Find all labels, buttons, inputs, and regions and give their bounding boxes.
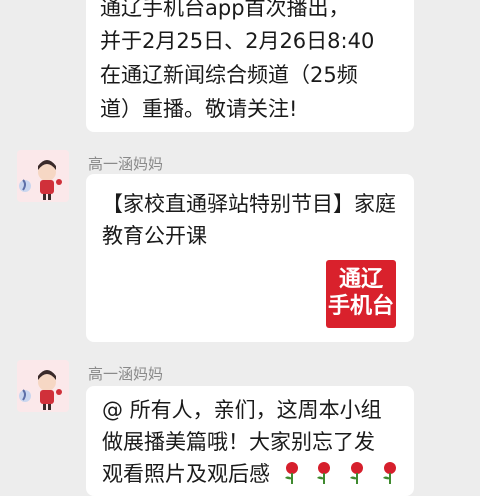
message-text-line: 在通辽新闻综合频道（25频: [100, 63, 358, 87]
avatar[interactable]: [17, 150, 69, 202]
rose-icon: [350, 462, 364, 484]
message-text-line: 观看照片及观后感: [102, 458, 401, 490]
logo-text-line: 通辽: [338, 267, 383, 292]
message-text-line: 道）重播。敬请关注!: [100, 97, 298, 121]
logo-text-line: 手机台: [327, 294, 394, 319]
avatar-girl-icon: [17, 150, 69, 202]
message-text-line: 并于2月25日、2月26日8:40: [100, 29, 375, 53]
tongliao-app-logo: 通辽 手机台: [326, 260, 396, 328]
message-text: 观看照片及观后感: [102, 462, 270, 486]
avatar-girl-icon: [17, 360, 69, 412]
message-text-line: @ 所有人，亲们，这周本小组: [102, 398, 382, 422]
sender-name[interactable]: 高一涵妈妈: [88, 153, 163, 174]
link-card-title: 【家校直通驿站特别节目】家庭教育公开课: [102, 192, 396, 248]
message-bubble-link-card[interactable]: 【家校直通驿站特别节目】家庭教育公开课 通辽 手机台: [86, 174, 414, 342]
message-text-line: 做展播美篇哦！大家别忘了发: [102, 430, 375, 454]
rose-icon: [382, 462, 396, 484]
message-text-line: 通辽手机台app首次播出，: [100, 0, 350, 20]
rose-icon: [317, 462, 331, 484]
message-bubble[interactable]: 通辽手机台app首次播出， 并于2月25日、2月26日8:40 在通辽新闻综合频…: [86, 0, 414, 132]
sender-name[interactable]: 高一涵妈妈: [88, 363, 163, 384]
rose-icon: [284, 462, 298, 484]
avatar[interactable]: [17, 360, 69, 412]
